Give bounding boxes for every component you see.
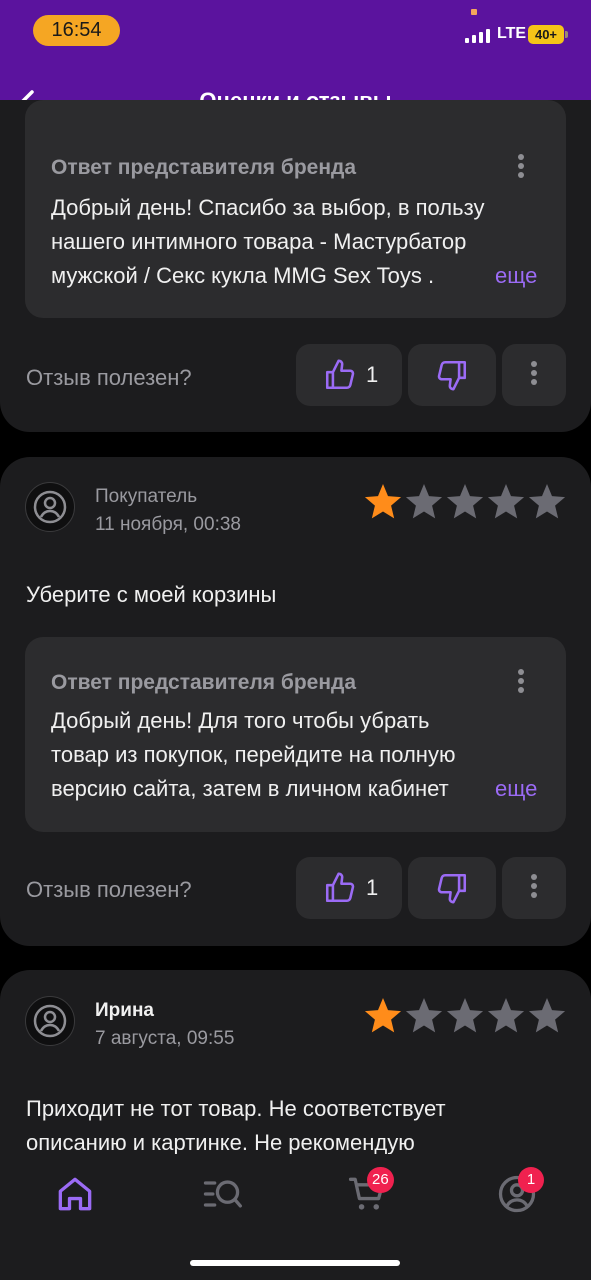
helpful-label: Отзыв полезен? <box>26 365 192 390</box>
like-button[interactable]: 1 <box>296 344 402 406</box>
review-author: Покупатель <box>95 486 198 507</box>
text-fade <box>445 259 495 293</box>
thumbs-up-icon <box>325 359 355 390</box>
review-options-button[interactable] <box>502 857 566 919</box>
star-empty-icon <box>528 998 566 1033</box>
rating-stars <box>364 484 566 519</box>
star-filled-icon <box>364 998 402 1033</box>
battery-cap <box>565 31 568 38</box>
review-author: Ирина <box>95 1000 154 1021</box>
reply-more-link[interactable]: еще <box>495 263 537 289</box>
brand-reply: Ответ представителя бренда Добрый день! … <box>25 100 566 318</box>
thumbs-down-icon <box>437 873 467 904</box>
dislike-button[interactable] <box>408 857 496 919</box>
more-vertical-icon <box>522 359 546 393</box>
dislike-button[interactable] <box>408 344 496 406</box>
star-empty-icon <box>446 998 484 1033</box>
review-text-line: Приходит не тот товар. Не соответствует <box>26 1096 446 1121</box>
review-card: Покупатель 11 ноября, 00:38 Уберите с мо… <box>0 457 591 946</box>
more-vertical-icon <box>522 872 546 906</box>
star-empty-icon <box>446 484 484 519</box>
home-icon <box>58 1177 92 1211</box>
nav-catalog[interactable] <box>200 1172 244 1216</box>
network-type: LTE <box>497 25 527 42</box>
helpful-label: Отзыв полезен? <box>26 877 192 902</box>
brand-reply-line: версию сайта, затем в личном кабинет <box>51 776 449 801</box>
brand-reply-title: Ответ представителя бренда <box>51 156 357 179</box>
star-empty-icon <box>528 484 566 519</box>
star-empty-icon <box>405 484 443 519</box>
catalog-search-icon <box>203 1180 242 1208</box>
like-count: 1 <box>366 362 379 387</box>
star-empty-icon <box>487 998 525 1033</box>
brand-reply-line: товар из покупок, перейдите на полную <box>51 742 456 767</box>
user-avatar-icon <box>33 490 67 524</box>
review-date: 7 августа, 09:55 <box>95 1028 235 1049</box>
star-filled-icon <box>364 484 402 519</box>
profile-badge: 1 <box>518 1167 544 1193</box>
privacy-indicator-icon <box>471 9 477 15</box>
battery-icon: 40+ <box>528 25 564 44</box>
rating-stars <box>364 998 566 1033</box>
avatar <box>25 482 75 532</box>
like-count: 1 <box>366 875 379 900</box>
avatar <box>25 996 75 1046</box>
nav-home[interactable] <box>53 1172 97 1216</box>
brand-reply-line: мужской / Секс кукла MMG Sex Toys . <box>51 263 435 288</box>
signal-icon <box>465 29 490 43</box>
star-empty-icon <box>405 998 443 1033</box>
cart-badge: 26 <box>367 1167 394 1193</box>
status-time: 16:54 <box>33 15 120 46</box>
status-bar: 16:54 LTE 40+ <box>0 0 591 62</box>
thumbs-up-icon <box>325 872 355 903</box>
brand-reply-title: Ответ представителя бренда <box>51 671 357 694</box>
star-empty-icon <box>487 484 525 519</box>
review-card: Ответ представителя бренда Добрый день! … <box>0 100 591 432</box>
brand-reply: Ответ представителя бренда Добрый день! … <box>25 637 566 832</box>
reply-options-icon[interactable] <box>509 152 533 186</box>
like-button[interactable]: 1 <box>296 857 402 919</box>
review-text: Уберите с моей корзины <box>26 582 277 607</box>
user-avatar-icon <box>33 1004 67 1038</box>
reply-options-icon[interactable] <box>509 667 533 701</box>
review-options-button[interactable] <box>502 344 566 406</box>
reply-more-link[interactable]: еще <box>495 776 537 802</box>
review-date: 11 ноября, 00:38 <box>95 514 241 535</box>
brand-reply-line: Добрый день! Для того чтобы убрать <box>51 708 430 733</box>
brand-reply-line: нашего интимного товара - Мастурбатор <box>51 229 467 254</box>
thumbs-down-icon <box>437 360 467 391</box>
text-fade <box>445 772 495 806</box>
brand-reply-line: Добрый день! Спасибо за выбор, в пользу <box>51 195 485 220</box>
home-indicator[interactable] <box>190 1260 400 1266</box>
